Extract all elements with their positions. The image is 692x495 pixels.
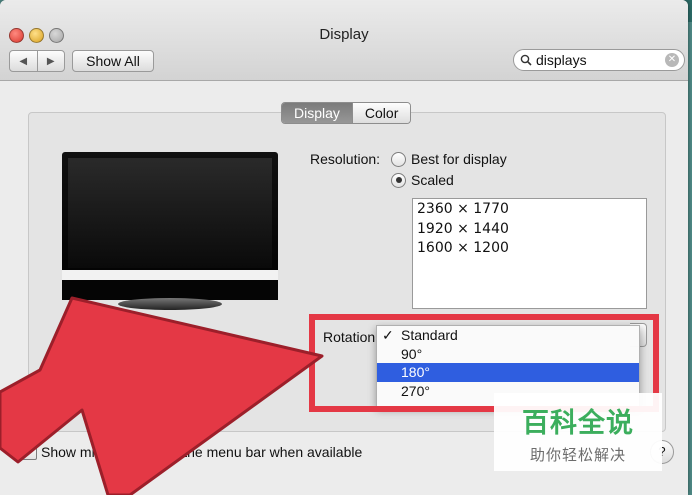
list-item[interactable]: 2360 × 1770 <box>413 199 646 219</box>
watermark-logo: 百科全说 助你轻松解决 <box>494 393 662 471</box>
tab-color[interactable]: Color <box>351 103 411 123</box>
show-mirroring-option[interactable]: ✓ Show mirro ns in the menu bar when ava… <box>22 444 362 460</box>
watermark-subtitle: 助你轻松解决 <box>529 446 626 464</box>
tab-bar: Display Color <box>281 102 412 124</box>
back-forward-control: ◀ ▶ <box>9 50 65 72</box>
tab-display[interactable]: Display <box>282 103 352 123</box>
resolution-list[interactable]: 2360 × 1770 1920 × 1440 1600 × 1200 <box>412 198 647 309</box>
list-item[interactable]: 1920 × 1440 <box>413 219 646 239</box>
show-all-button[interactable]: Show All <box>72 50 154 72</box>
radio-best-for-display[interactable]: Best for display <box>391 151 507 167</box>
mirroring-label-tail: ns in the menu bar when available <box>149 444 363 460</box>
forward-button[interactable]: ▶ <box>36 51 65 71</box>
mirroring-label: Show mirro <box>41 444 112 460</box>
search-field[interactable]: displays ✕ <box>513 49 685 71</box>
forward-arrow-icon: ▶ <box>46 55 55 67</box>
radio-button[interactable] <box>391 151 406 167</box>
resolution-label: Resolution: <box>310 151 381 167</box>
watermark-title: 百科全说 <box>522 408 634 439</box>
radio-scaled[interactable]: Scaled <box>391 172 454 188</box>
window-title: Display <box>319 26 369 43</box>
monitor-icon <box>62 152 280 312</box>
window-titlebar: Display ◀ ▶ Show All displays ✕ <box>0 0 688 81</box>
radio-label: Scaled <box>411 172 454 188</box>
back-button[interactable]: ◀ <box>10 51 37 71</box>
search-input[interactable]: displays <box>536 52 665 68</box>
radio-label: Best for display <box>411 151 507 167</box>
radio-button[interactable] <box>391 172 406 188</box>
back-arrow-icon: ◀ <box>19 55 28 67</box>
search-icon <box>520 54 536 66</box>
clear-icon[interactable]: ✕ <box>665 53 679 67</box>
list-item[interactable]: 1600 × 1200 <box>413 238 646 258</box>
radio-selected-dot <box>395 177 402 183</box>
mirroring-checkbox[interactable]: ✓ <box>22 444 37 460</box>
